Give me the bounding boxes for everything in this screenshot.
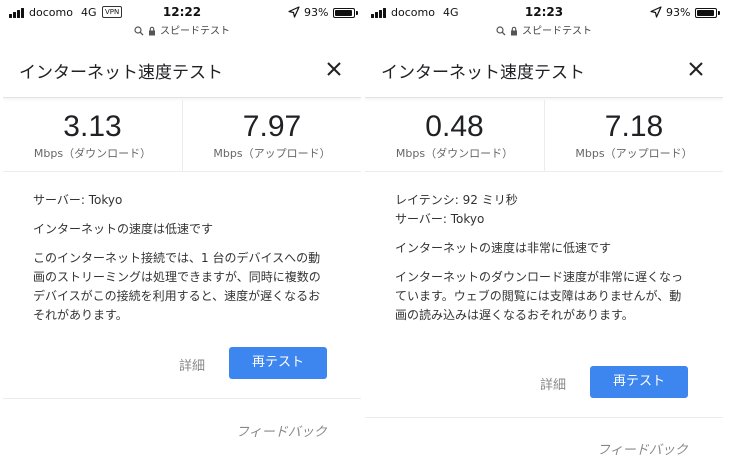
latency-info: レイテンシ: 92 ミリ秒 (395, 193, 518, 207)
dialog-header: インターネット速度テスト (3, 40, 361, 98)
dialog-header: インターネット速度テスト (365, 40, 723, 98)
divider (365, 417, 723, 418)
close-icon[interactable] (325, 60, 343, 78)
download-speed-unit: Mbps（ダウンロード） (33, 147, 152, 160)
page-title: インターネット速度テスト (381, 63, 585, 83)
result-info: サーバー: Tokyo インターネットの速度は低速です このインターネット接続で… (3, 191, 361, 325)
details-button[interactable]: 詳細 (540, 374, 566, 393)
status-bar: docomo 4G VPN 12:22 93% (3, 0, 361, 24)
url-text: スピードテスト (522, 26, 592, 37)
speed-results: 0.48 Mbps（ダウンロード） 7.18 Mbps（アップロード） (365, 100, 723, 172)
speed-results: 3.13 Mbps（ダウンロード） 7.97 Mbps（アップロード） (3, 100, 361, 172)
download-speed-value: 0.48 (425, 110, 484, 143)
battery-icon (695, 8, 720, 18)
battery-percent: 93% (666, 6, 691, 19)
upload-speed-unit: Mbps（アップロード） (575, 147, 693, 160)
upload-result: 7.18 Mbps（アップロード） (544, 100, 723, 172)
close-icon[interactable] (687, 60, 705, 78)
divider (3, 398, 361, 399)
speedtest-screen-1: docomo 4G VPN 12:22 93% スピードテスト インターネット速… (3, 0, 361, 475)
details-button[interactable]: 詳細 (179, 355, 205, 374)
speed-description: このインターネット接続では、1 台のデバイスへの動画のストリーミングは処理できま… (33, 251, 321, 322)
feedback-link[interactable]: フィードバック (236, 421, 327, 440)
upload-speed-value: 7.97 (242, 110, 302, 143)
download-speed-unit: Mbps（ダウンロード） (395, 147, 514, 160)
speedtest-screen-2: docomo 4G 12:23 93% スピードテスト インターネット速度テスト… (365, 0, 723, 475)
server-info: サーバー: Tokyo (395, 212, 485, 226)
search-icon (496, 26, 506, 36)
battery-percent: 93% (304, 6, 329, 19)
address-bar[interactable]: スピードテスト (365, 22, 723, 38)
speed-description: インターネットのダウンロード速度が非常に遅くなっています。ウェブの閲覧には支障は… (395, 270, 684, 322)
search-icon (134, 26, 144, 36)
upload-speed-value: 7.18 (604, 110, 664, 143)
page-title: インターネット速度テスト (19, 63, 223, 83)
retest-button[interactable]: 再テスト (590, 366, 688, 398)
retest-button[interactable]: 再テスト (229, 347, 327, 379)
status-bar: docomo 4G 12:23 93% (365, 0, 723, 24)
lock-icon (511, 26, 517, 36)
download-result: 0.48 Mbps（ダウンロード） (365, 100, 544, 172)
speed-summary: インターネットの速度は低速です (33, 222, 214, 236)
server-info: サーバー: Tokyo (33, 193, 123, 207)
lock-icon (149, 26, 155, 36)
location-arrow-icon (288, 6, 300, 18)
speed-summary: インターネットの速度は非常に低速です (395, 241, 612, 255)
feedback-link[interactable]: フィードバック (597, 439, 688, 458)
location-arrow-icon (650, 6, 662, 18)
battery-icon (333, 8, 358, 18)
upload-result: 7.97 Mbps（アップロード） (182, 100, 361, 172)
url-text: スピードテスト (160, 26, 230, 37)
upload-speed-unit: Mbps（アップロード） (213, 147, 331, 160)
download-speed-value: 3.13 (63, 110, 122, 143)
download-result: 3.13 Mbps（ダウンロード） (3, 100, 182, 172)
result-info: レイテンシ: 92 ミリ秒 サーバー: Tokyo インターネットの速度は非常に… (365, 191, 723, 325)
address-bar[interactable]: スピードテスト (3, 22, 361, 38)
